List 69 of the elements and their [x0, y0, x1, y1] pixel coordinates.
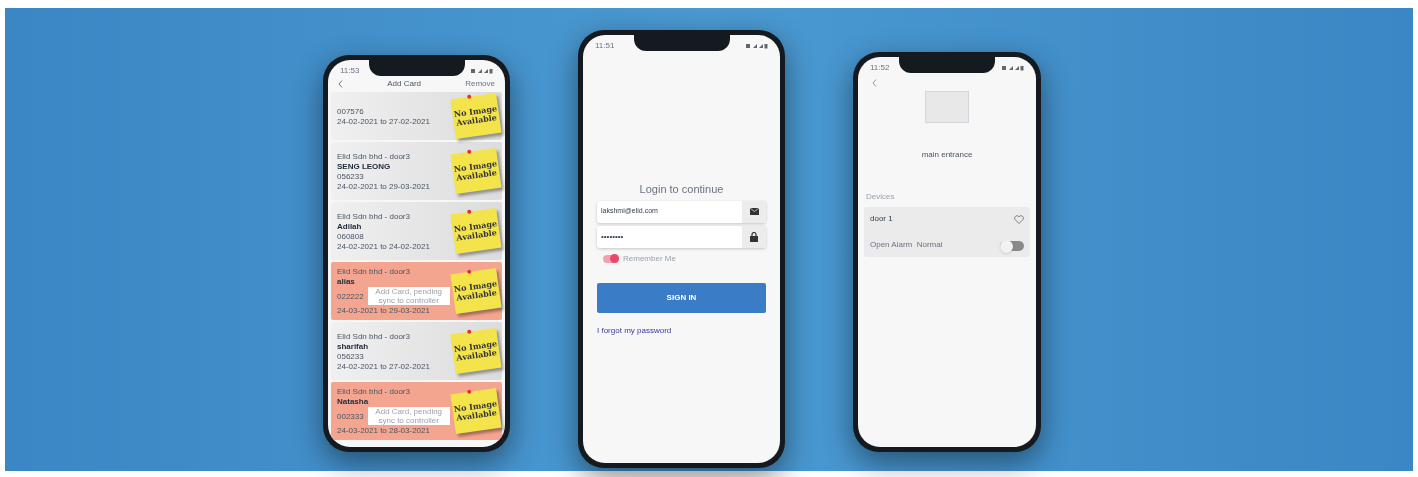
card-number: 002333	[337, 411, 364, 421]
remember-label: Remember Me	[623, 252, 676, 265]
pin-icon	[467, 269, 472, 274]
status-icons	[471, 68, 493, 74]
sticky-note: No Image Available	[450, 388, 502, 434]
pin-icon	[467, 149, 472, 154]
envelope-icon	[749, 208, 759, 215]
pin-icon	[467, 94, 472, 99]
date-range: 24-02-2021 to 27-02-2021	[337, 116, 431, 126]
card-holder-name: Natasha	[337, 397, 370, 406]
device-name: door 1	[870, 213, 893, 225]
remove-link[interactable]: Remove	[465, 78, 495, 90]
screen-title: Add Card	[387, 78, 421, 90]
device-status: Open Alarm Normal	[870, 239, 943, 251]
card-row[interactable]: Elid Sdn bhd - door3 SENG LEONG 056233 24-02-2021 to 29-03-2021 No Image Available	[331, 142, 502, 200]
pin-icon	[467, 329, 472, 334]
site-text: Elid Sdn bhd - door3	[337, 211, 411, 221]
sticky-note: No Image Available	[450, 268, 502, 314]
image-placeholder	[925, 91, 969, 123]
sticky-note: No Image Available	[450, 148, 502, 194]
status-time: 11:52	[870, 62, 890, 74]
login-heading: Login to continue	[638, 182, 725, 197]
card-holder-name: SENG LEONG	[337, 161, 392, 171]
date-range: 24-02-2021 to 27-02-2021	[337, 361, 431, 371]
card-holder-name: alias	[337, 277, 356, 286]
date-range: 24-03-2021 to 29-03-2021	[337, 306, 431, 315]
card-holder-name: Adilah	[337, 221, 363, 231]
sticky-note: No Image Available	[450, 93, 502, 139]
card-row[interactable]: 007576 24-02-2021 to 27-02-2021 No Image Available	[331, 92, 502, 140]
site-text: Elid Sdn bhd - door3	[337, 387, 411, 396]
section-label: Devices	[866, 191, 895, 203]
site-text: Elid Sdn bhd - door3	[337, 267, 411, 276]
card-row[interactable]: Elid Sdn bhd - door3 alias 022222 Add Card, pending sync to controller 24-03-2021 to 29-03-2021 No Image Available	[331, 262, 502, 320]
site-text: Elid Sdn bhd - door3	[337, 331, 411, 341]
back-icon[interactable]	[872, 79, 877, 87]
location-name: main entrance	[921, 149, 973, 161]
card-number: 056233	[337, 171, 364, 181]
forgot-password-link[interactable]: I forgot my password	[597, 324, 672, 337]
device-card[interactable]: door 1 Open Alarm Normal	[864, 207, 1030, 257]
card-row[interactable]: Elid Sdn bhd - door3 Adilah 060808 24-02-2021 to 24-02-2021 No Image Available	[331, 202, 502, 260]
status-icons	[1002, 65, 1024, 71]
site-text: Elid Sdn bhd - door3	[337, 151, 411, 161]
card-number: 022222	[337, 291, 364, 301]
sticky-note: No Image Available	[450, 208, 502, 254]
sign-in-button[interactable]: SIGN IN	[597, 282, 766, 313]
card-holder-name: sharifah	[337, 341, 370, 351]
date-range: 24-03-2021 to 28-03-2021	[337, 426, 431, 435]
heart-icon[interactable]	[1014, 214, 1024, 224]
pending-sync-label: Add Card, pending sync to controller	[367, 407, 450, 425]
status-time: 11:51	[595, 40, 615, 52]
card-row[interactable]: Elid Sdn bhd - door3 Natasha 002333 Add Card, pending sync to controller 24-03-2021 to 28-03-2021 No Image Available	[331, 382, 502, 440]
status-time: 11:53	[340, 65, 360, 77]
card-number: 060808	[337, 231, 364, 241]
padlock-icon	[750, 231, 758, 242]
pin-icon	[467, 209, 472, 214]
remember-toggle[interactable]	[603, 254, 619, 263]
status-icons	[746, 43, 768, 49]
date-range: 24-02-2021 to 24-02-2021	[337, 241, 431, 251]
card-number: 056233	[337, 351, 364, 361]
pin-icon	[467, 389, 472, 394]
sticky-note: No Image Available	[450, 328, 502, 374]
date-range: 24-02-2021 to 29-03-2021	[337, 181, 431, 191]
password-field[interactable]: ••••••••	[597, 225, 766, 248]
device-toggle[interactable]	[1000, 241, 1024, 251]
card-row[interactable]: Elid Sdn bhd - door3 sharifah 056233 24-02-2021 to 27-02-2021 No Image Available	[331, 322, 502, 380]
card-number: 007576	[337, 106, 364, 116]
back-icon[interactable]	[338, 80, 343, 88]
password-value: ••••••••	[600, 230, 625, 243]
pending-sync-label: Add Card, pending sync to controller	[367, 287, 450, 305]
